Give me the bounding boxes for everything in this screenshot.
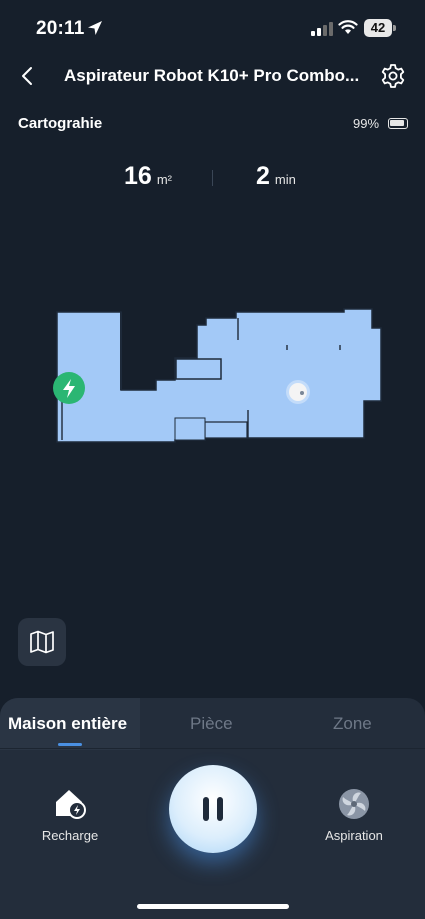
time-value: 2 — [256, 162, 270, 190]
aspiration-label: Aspiration — [325, 828, 383, 843]
control-panel: Maison entière Pièce Zone Recharge Aspir… — [0, 698, 425, 919]
recharge-button[interactable]: Recharge — [20, 786, 120, 843]
wifi-icon — [338, 20, 358, 34]
home-indicator[interactable] — [137, 904, 289, 909]
tab-divider — [0, 748, 425, 749]
pause-button[interactable] — [169, 765, 257, 853]
pause-icon-bar — [217, 797, 223, 821]
battery-tip — [393, 25, 396, 31]
gear-icon[interactable] — [380, 63, 406, 89]
battery-percent: 42 — [364, 19, 392, 37]
header: Aspirateur Robot K10+ Pro Combo... — [0, 56, 425, 100]
area-unit: m² — [156, 172, 172, 187]
tab-piece[interactable]: Pièce — [190, 714, 233, 734]
map-label: Cartograhie — [18, 115, 103, 132]
map-view-button[interactable] — [18, 618, 66, 666]
tab-zone[interactable]: Zone — [333, 714, 372, 734]
robot-position-icon — [286, 380, 310, 404]
robot-battery-icon — [388, 118, 408, 129]
location-arrow-icon — [88, 21, 102, 35]
charging-dock-icon — [53, 372, 85, 404]
cellular-signal-icon — [311, 22, 333, 36]
tab-maison-entiere[interactable]: Maison entière — [8, 714, 127, 734]
fan-icon — [339, 789, 369, 819]
pause-icon — [203, 797, 209, 821]
tab-indicator — [58, 743, 82, 746]
stat-divider — [212, 170, 213, 186]
page-title: Aspirateur Robot K10+ Pro Combo... — [64, 66, 360, 85]
chevron-left-icon[interactable] — [16, 64, 40, 88]
cleaning-time-stat: 2 min — [256, 162, 296, 196]
recharge-label: Recharge — [41, 828, 99, 843]
robot-battery-level: 99% — [353, 116, 380, 131]
home-charge-icon — [56, 790, 86, 819]
battery-indicator: 42 — [364, 19, 396, 37]
cleaning-mode-tabs: Maison entière Pièce Zone — [0, 698, 425, 750]
area-value: 16 — [124, 162, 152, 190]
status-bar: 20:11 42 — [0, 0, 425, 56]
time-unit: min — [274, 172, 296, 187]
status-time: 20:11 — [36, 18, 85, 39]
floor-map[interactable] — [0, 290, 425, 460]
aspiration-button[interactable]: Aspiration — [304, 786, 404, 843]
cleaned-area-stat: 16 m² — [124, 162, 172, 196]
map-icon — [30, 630, 54, 654]
map-rooms — [56, 308, 382, 443]
